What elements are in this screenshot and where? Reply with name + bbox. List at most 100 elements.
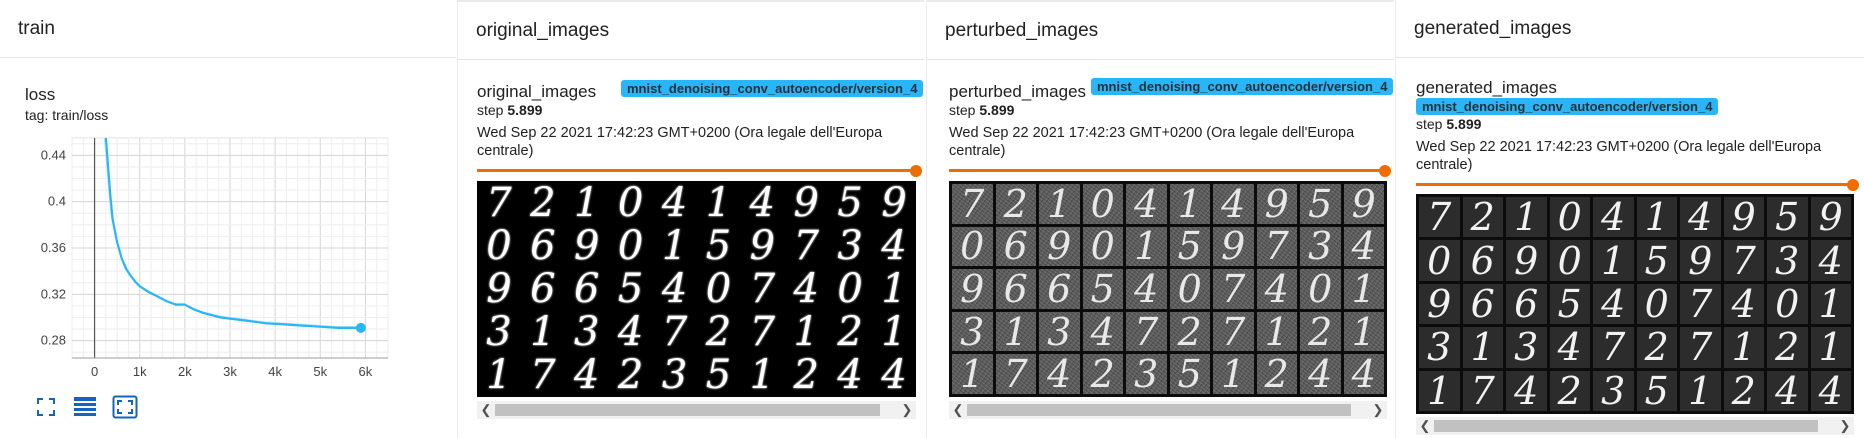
loss-point [355,322,366,333]
digit-image: 6 [995,226,1036,267]
digit-image: 1 [1256,311,1297,352]
y-tick-label: 0.32 [41,286,66,301]
section-header-generated[interactable]: generated_images [1396,0,1864,58]
digit-image: 1 [952,354,993,394]
x-tick-label: 4k [268,364,282,379]
scroll-left-icon[interactable]: ❮ [949,401,967,419]
digit-image: 5 [837,181,863,225]
digit-image: 4 [574,353,600,397]
digit-image: 1 [793,310,819,354]
digit-image: 1 [1343,311,1384,352]
digit-image: 4 [1549,327,1590,368]
card-title: perturbed_images [949,82,1087,101]
x-tick-label: 2k [178,364,192,379]
digit-image: 1 [1462,327,1503,368]
digit-image: 9 [1810,197,1851,238]
step-line: step 5.899 [1416,116,1481,132]
digit-image: 5 [1636,240,1677,281]
horizontal-scrollbar[interactable]: ❮ ❯ [477,401,916,419]
digit-image: 5 [1169,226,1210,267]
digit-image: 1 [661,224,688,268]
digit-image: 9 [1343,184,1384,224]
digit-image: 0 [1300,269,1341,309]
step-slider[interactable] [477,169,920,172]
horizontal-scrollbar[interactable]: ❮ ❯ [949,401,1387,419]
fit-domain-icon[interactable] [112,394,138,420]
section-title: perturbed_images [945,19,1099,41]
fullscreen-icon[interactable] [33,394,59,420]
step-slider[interactable] [949,169,1389,172]
digit-image: 7 [1419,197,1460,238]
digit-image: 0 [1767,283,1808,325]
section-title: original_images [476,19,610,41]
digit-image: 2 [1256,354,1297,394]
digit-image: 3 [952,311,993,352]
digit-image: 4 [1300,354,1341,394]
step-value: 5.899 [1446,116,1482,132]
digit-image: 4 [1256,269,1297,309]
digit-image: 6 [1462,240,1503,281]
scroll-right-icon[interactable]: ❯ [898,401,916,419]
digit-image: 2 [1549,370,1590,411]
scroll-right-icon[interactable]: ❯ [1369,401,1387,419]
scroll-left-icon[interactable]: ❮ [1416,417,1434,435]
y-tick-label: 0.44 [41,147,66,162]
digit-image: 2 [1767,327,1808,368]
x-tick-label: 6k [359,364,373,379]
digit-image: 7 [661,310,688,354]
image-grid: 7210414959069015973496654074013134727121… [477,181,916,397]
scroll-thumb[interactable] [495,404,880,416]
scroll-thumb[interactable] [967,404,1351,416]
digit-image: 4 [1039,354,1080,394]
digit-image: 1 [1680,370,1721,411]
digit-image: 1 [1506,197,1547,238]
digit-image: 2 [837,310,863,354]
digit-image: 6 [1039,269,1080,309]
scroll-left-icon[interactable]: ❮ [477,401,495,419]
digit-image: 2 [617,353,644,397]
digit-image: 1 [1810,327,1851,368]
section-header-original[interactable]: original_images [458,2,924,60]
digit-image: 4 [1593,197,1634,238]
step-line: step 5.899 [477,102,542,118]
step-slider-thumb[interactable] [1379,165,1391,177]
x-tick-label: 1k [133,364,147,379]
digit-image: 7 [1723,240,1764,281]
digit-image: 0 [486,224,512,268]
digit-image: 7 [995,354,1036,394]
digit-image: 3 [837,224,863,268]
digit-image: 1 [1419,370,1460,411]
y-tick-label: 0.36 [41,240,66,255]
section-header-perturbed[interactable]: perturbed_images [927,2,1394,60]
generated-images-section: generated_images generated_images mnist_… [1395,0,1864,438]
step-label: step [949,102,976,118]
data-table-icon[interactable] [72,394,98,420]
run-badge: mnist_denoising_conv_autoencoder/version… [1416,98,1719,115]
digit-image: 5 [705,353,732,397]
digit-image: 7 [952,184,993,224]
digit-image: 4 [1723,283,1764,325]
scroll-right-icon[interactable]: ❯ [1836,417,1854,435]
step-slider[interactable] [1416,183,1854,186]
horizontal-scrollbar[interactable]: ❮ ❯ [1416,417,1854,435]
digit-image: 4 [1343,354,1384,394]
digit-image: 4 [749,181,776,225]
digit-image: 3 [1506,327,1547,368]
digit-image: 4 [1810,240,1851,281]
digit-image: 4 [881,224,907,268]
scroll-thumb[interactable] [1434,420,1818,432]
digit-image: 4 [1506,370,1547,411]
digit-image: 5 [1767,197,1808,238]
digit-image: 3 [1126,354,1167,394]
digit-image: 7 [1462,370,1503,411]
digit-image: 9 [1506,240,1547,281]
step-slider-thumb[interactable] [910,165,922,177]
run-badge: mnist_denoising_conv_autoencoder/version… [621,80,924,97]
digit-image: 7 [1593,327,1634,368]
digit-image: 6 [1506,283,1547,325]
timestamp: Wed Sep 22 2021 17:42:23 GMT+0200 (Ora l… [477,125,883,159]
digit-image: 7 [1213,311,1254,352]
step-slider-thumb[interactable] [1847,179,1859,191]
digit-image: 4 [837,353,863,397]
loss-chart[interactable]: 0 1k 2k 3k 4k 5k 6k 0.44 0.4 0.36 0.32 0.28 [0,0,456,438]
